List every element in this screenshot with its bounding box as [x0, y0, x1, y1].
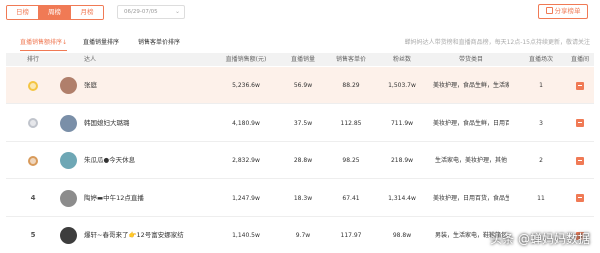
col-sessions: 直播场次	[528, 56, 553, 63]
col-category: 带货类目	[458, 56, 483, 63]
sales-value: 1,140.5w	[232, 232, 260, 239]
sort-by-volume[interactable]: 直播销量排序	[83, 37, 119, 46]
sessions-value: 2	[539, 157, 543, 164]
chevron-down-icon: ⌄	[174, 8, 180, 15]
table-row[interactable]: 韩国媳妇大璐璐 4,180.9w 37.5w 112.85 711.9w 美妆护理，食品生…	[6, 105, 594, 142]
col-sales[interactable]: 直播销售额(元)	[215, 53, 277, 66]
col-live-room: 直播间	[570, 56, 589, 63]
rank-cell: 4	[10, 180, 56, 217]
live-room-icon[interactable]	[576, 194, 584, 202]
table-row[interactable]: 张庭 5,236.6w 56.9w 88.29 1,503.7w 美妆护理，食品生鲜，生活…	[6, 67, 594, 104]
share-icon	[545, 7, 553, 14]
tab-daily[interactable]: 日榜	[7, 6, 39, 19]
fans-value: 1,503.7w	[388, 82, 416, 89]
sort-by-price[interactable]: 销售客单价排序	[138, 37, 180, 46]
sales-value: 5,236.6w	[232, 82, 260, 89]
top-bar: 日榜 周榜 月榜 06/29-07/05 ⌄ 分享榜单	[0, 0, 600, 28]
sort-bar: 直播销售额排序↓ 直播销量排序 销售客单价排序 蝉妈妈达人带货榜和直播商品榜，每…	[0, 32, 600, 52]
live-room-icon[interactable]	[576, 156, 584, 165]
avatar[interactable]	[60, 152, 77, 169]
fans-value: 98.8w	[392, 232, 412, 239]
gold-medal-icon	[28, 80, 38, 91]
col-influencer: 达人	[84, 56, 97, 63]
col-volume[interactable]: 直播销量	[278, 53, 328, 66]
live-room-cell[interactable]	[562, 142, 598, 179]
price-value: 117.97	[340, 232, 362, 239]
category-value: 美妆护理，食品生鲜，日用百货	[433, 119, 509, 127]
category-value: 生活家电，美妆护理，其他	[434, 157, 507, 164]
date-range-value: 06/29-07/05	[124, 9, 158, 15]
volume-value: 18.3w	[293, 194, 313, 202]
live-room-cell[interactable]	[562, 105, 598, 142]
influencer-name[interactable]: 爆轩~春哥来了👉12号富安娜家纺	[84, 217, 184, 253]
rank-cell	[10, 105, 56, 142]
price-value: 98.25	[342, 157, 360, 164]
watermark: 头条 @蝉妈妈数据	[490, 232, 590, 246]
sales-value: 4,180.9w	[232, 119, 260, 127]
fans-value: 1,314.4w	[388, 194, 416, 202]
live-room-cell[interactable]	[562, 180, 598, 217]
rank-cell	[10, 67, 56, 104]
sessions-value: 3	[539, 119, 543, 127]
sales-value: 1,247.9w	[232, 194, 260, 202]
sessions-value: 1	[539, 82, 543, 89]
fans-value: 711.9w	[390, 119, 414, 127]
volume-value: 28.8w	[293, 157, 313, 164]
influencer-name[interactable]: 韩国媳妇大璐璐	[84, 105, 130, 142]
table-row[interactable]: 朱瓜瓜●今天休息 2,832.9w 28.8w 98.25 218.9w 生活家电，美妆护…	[6, 142, 594, 179]
sales-value: 2,832.9w	[232, 157, 260, 164]
live-room-cell[interactable]	[562, 67, 598, 104]
share-label: 分享榜单	[554, 7, 581, 15]
table-header: 排行 达人 直播销售额(元) 直播销量 销售客单价 粉丝数 带货类目 直播场次 …	[6, 53, 594, 66]
volume-value: 37.5w	[293, 119, 313, 127]
avatar[interactable]	[60, 227, 77, 244]
avatar[interactable]	[60, 114, 77, 132]
share-ranking-button[interactable]: 分享榜单	[538, 4, 588, 19]
rank-number: 4	[30, 193, 36, 202]
col-rank: 排行	[26, 56, 39, 63]
sessions-value: 11	[537, 194, 545, 202]
volume-value: 56.9w	[293, 82, 313, 89]
col-price[interactable]: 销售客单价	[322, 53, 380, 66]
influencer-name[interactable]: 张庭	[84, 67, 97, 104]
period-tabs: 日榜 周榜 月榜	[6, 5, 104, 20]
live-room-icon[interactable]	[576, 81, 584, 90]
rank-cell	[10, 142, 56, 179]
avatar[interactable]	[60, 77, 77, 94]
silver-medal-icon	[28, 118, 38, 128]
update-notice: 蝉妈妈达人带货榜和直播商品榜，每天12点-15点持续更新，敬请关注	[404, 39, 590, 46]
price-value: 112.85	[340, 119, 362, 127]
fans-value: 218.9w	[390, 157, 414, 164]
category-value: 美妆护理，食品生鲜，生活家电	[433, 82, 509, 89]
volume-value: 9.7w	[295, 232, 311, 239]
bronze-medal-icon	[28, 155, 38, 166]
tab-monthly[interactable]: 月榜	[71, 6, 103, 19]
rank-number: 5	[30, 231, 36, 239]
col-fans: 粉丝数	[392, 56, 411, 63]
category-value: 美妆护理，日用百货，食品生鲜	[433, 194, 509, 202]
tab-weekly[interactable]: 周榜	[39, 6, 71, 19]
date-range-select[interactable]: 06/29-07/05 ⌄	[117, 5, 185, 19]
price-value: 88.29	[342, 82, 360, 89]
rank-cell: 5	[10, 217, 56, 253]
price-value: 67.41	[342, 194, 360, 202]
avatar[interactable]	[60, 189, 77, 207]
sort-by-sales[interactable]: 直播销售额排序↓	[20, 37, 68, 51]
table-row[interactable]: 4 陶婷▬中午12点直播 1,247.9w 18.3w 67.41 1,314.4w 美妆护…	[6, 180, 594, 217]
influencer-name[interactable]: 朱瓜瓜●今天休息	[84, 142, 135, 179]
live-room-icon[interactable]	[576, 119, 584, 127]
influencer-name[interactable]: 陶婷▬中午12点直播	[84, 180, 144, 217]
